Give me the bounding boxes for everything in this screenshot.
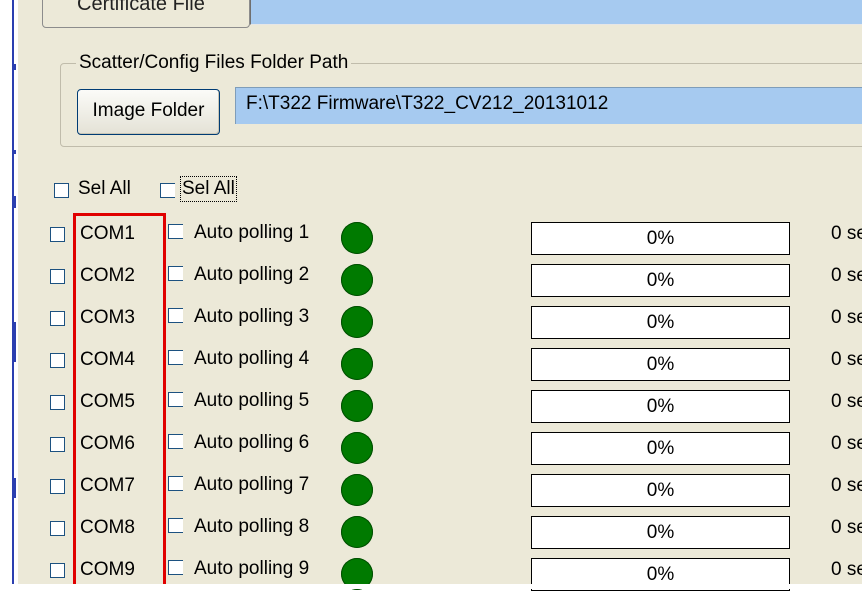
auto-polling-checkbox[interactable] bbox=[168, 518, 183, 533]
status-led-icon bbox=[341, 222, 373, 254]
com-checkbox[interactable] bbox=[50, 311, 65, 326]
auto-polling-label: Auto polling 6 bbox=[194, 432, 310, 453]
progress-text: 0% bbox=[646, 270, 675, 291]
elapsed-time-label: 0 se bbox=[831, 517, 862, 538]
progress-text: 0% bbox=[646, 522, 675, 543]
image-folder-button-label: Image Folder bbox=[92, 100, 205, 121]
auto-polling-checkbox[interactable] bbox=[168, 308, 183, 323]
com-checkbox[interactable] bbox=[50, 437, 65, 452]
progress-text: 0% bbox=[646, 396, 675, 417]
background-window-mark bbox=[12, 64, 16, 70]
bottom-edge bbox=[0, 584, 862, 589]
auto-polling-checkbox[interactable] bbox=[168, 434, 183, 449]
com-checkbox[interactable] bbox=[50, 563, 65, 578]
elapsed-time-label: 0 se bbox=[831, 349, 862, 370]
progress-bar: 0% bbox=[531, 390, 790, 423]
select-all-polling-label: Sel All bbox=[180, 176, 237, 202]
progress-bar: 0% bbox=[531, 264, 790, 297]
auto-polling-label: Auto polling 9 bbox=[194, 558, 310, 579]
status-led-icon bbox=[341, 516, 373, 548]
progress-text: 0% bbox=[646, 354, 675, 375]
elapsed-time-label: 0 se bbox=[831, 391, 862, 412]
select-all-com-checkbox[interactable] bbox=[54, 183, 69, 198]
background-window-mark bbox=[12, 322, 16, 362]
background-window-mark bbox=[12, 478, 16, 498]
progress-bar: 0% bbox=[531, 222, 790, 255]
image-folder-path-field[interactable]: F:\T322 Firmware\T322_CV212_20131012 bbox=[235, 87, 862, 124]
background-window-mark bbox=[12, 150, 16, 154]
background-window-mark bbox=[12, 196, 16, 208]
select-all-polling-checkbox[interactable] bbox=[160, 183, 175, 198]
auto-polling-checkbox[interactable] bbox=[168, 350, 183, 365]
progress-text: 0% bbox=[646, 438, 675, 459]
progress-bar: 0% bbox=[531, 348, 790, 381]
progress-bar: 0% bbox=[531, 474, 790, 507]
com-checkbox[interactable] bbox=[50, 521, 65, 536]
com-checkbox[interactable] bbox=[50, 227, 65, 242]
status-led-icon bbox=[341, 306, 373, 338]
background-window-border bbox=[12, 0, 14, 589]
progress-bar: 0% bbox=[531, 432, 790, 465]
elapsed-time-label: 0 se bbox=[831, 223, 862, 244]
com-checkbox[interactable] bbox=[50, 353, 65, 368]
com-checkbox[interactable] bbox=[50, 395, 65, 410]
auto-polling-label: Auto polling 3 bbox=[194, 306, 310, 327]
progress-bar: 0% bbox=[531, 306, 790, 339]
progress-bar: 0% bbox=[531, 516, 790, 549]
certificate-file-label: Certificate File bbox=[77, 0, 205, 15]
auto-polling-checkbox[interactable] bbox=[168, 476, 183, 491]
com-checkbox[interactable] bbox=[50, 269, 65, 284]
scatter-folder-group-title: Scatter/Config Files Folder Path bbox=[76, 52, 352, 74]
progress-text: 0% bbox=[646, 480, 675, 501]
certificate-path-field[interactable] bbox=[250, 0, 862, 25]
status-led-icon bbox=[341, 264, 373, 296]
status-led-icon bbox=[341, 474, 373, 506]
auto-polling-label: Auto polling 2 bbox=[194, 264, 310, 285]
status-led-icon bbox=[341, 432, 373, 464]
select-all-com-label: Sel All bbox=[78, 178, 131, 199]
status-led-icon bbox=[341, 348, 373, 380]
tool-panel: Certificate File Scatter/Config Files Fo… bbox=[18, 0, 862, 591]
progress-text: 0% bbox=[646, 312, 675, 333]
elapsed-time-label: 0 se bbox=[831, 559, 862, 580]
auto-polling-checkbox[interactable] bbox=[168, 392, 183, 407]
elapsed-time-label: 0 se bbox=[831, 307, 862, 328]
com-checkbox[interactable] bbox=[50, 479, 65, 494]
auto-polling-label: Auto polling 4 bbox=[194, 348, 310, 369]
com-column-annotation-box bbox=[73, 213, 166, 589]
elapsed-time-label: 0 se bbox=[831, 475, 862, 496]
image-folder-path-text: F:\T322 Firmware\T322_CV212_20131012 bbox=[246, 93, 609, 114]
image-folder-button[interactable]: Image Folder bbox=[77, 89, 220, 135]
auto-polling-checkbox[interactable] bbox=[168, 224, 183, 239]
elapsed-time-label: 0 se bbox=[831, 433, 862, 454]
progress-text: 0% bbox=[646, 564, 675, 585]
auto-polling-label: Auto polling 7 bbox=[194, 474, 310, 495]
auto-polling-label: Auto polling 1 bbox=[194, 222, 310, 243]
certificate-file-button[interactable]: Certificate File bbox=[42, 0, 250, 28]
auto-polling-label: Auto polling 8 bbox=[194, 516, 310, 537]
progress-text: 0% bbox=[646, 228, 675, 249]
auto-polling-label: Auto polling 5 bbox=[194, 390, 310, 411]
status-led-icon bbox=[341, 390, 373, 422]
auto-polling-checkbox[interactable] bbox=[168, 560, 183, 575]
elapsed-time-label: 0 se bbox=[831, 265, 862, 286]
auto-polling-checkbox[interactable] bbox=[168, 266, 183, 281]
